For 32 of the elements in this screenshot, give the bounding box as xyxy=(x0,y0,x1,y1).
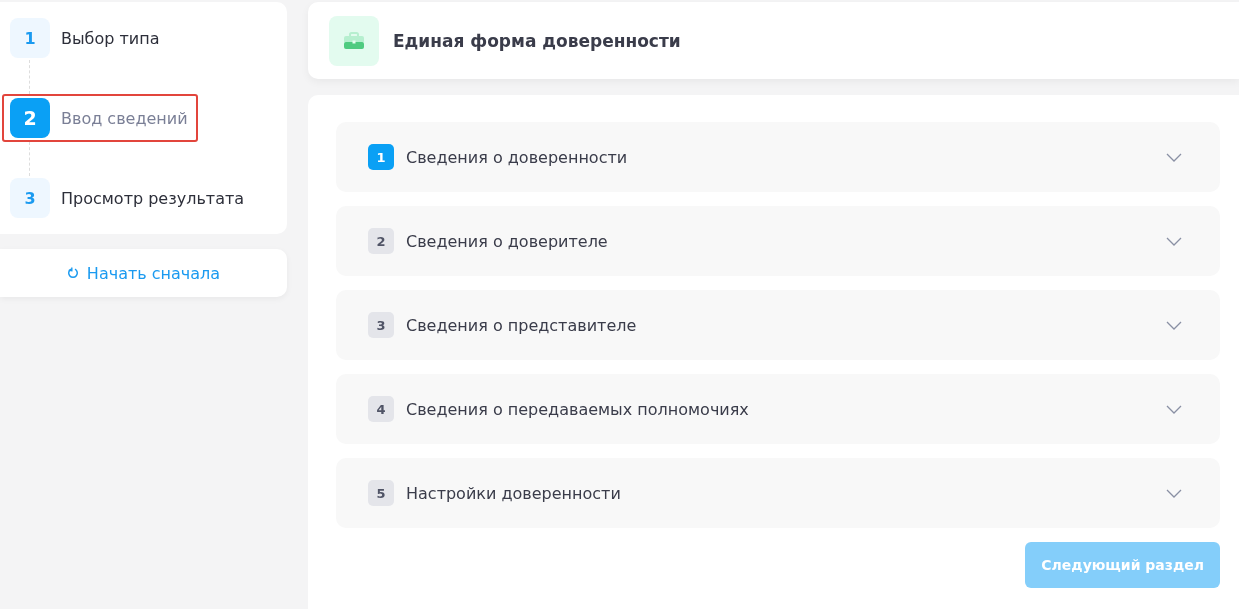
accordion-section[interactable]: 1 Сведения о доверенности xyxy=(336,122,1220,192)
accordion-section[interactable]: 3 Сведения о представителе xyxy=(336,290,1220,360)
accordion-section[interactable]: 5 Настройки доверенности xyxy=(336,458,1220,528)
step-number: 3 xyxy=(10,178,50,218)
section-title: Сведения о представителе xyxy=(406,315,638,335)
chevron-down-icon xyxy=(1166,404,1182,414)
accordion-section[interactable]: 2 Сведения о доверителе xyxy=(336,206,1220,276)
section-title: Сведения о доверителе xyxy=(406,231,609,251)
chevron-down-icon xyxy=(1166,320,1182,330)
form-title: Единая форма доверенности xyxy=(393,30,681,51)
briefcase-icon xyxy=(329,15,379,66)
section-number: 4 xyxy=(368,396,394,422)
section-title: Настройки доверенности xyxy=(406,483,622,503)
step-label: Просмотр результата xyxy=(61,188,245,208)
step-label: Выбор типа xyxy=(61,28,160,48)
chevron-down-icon xyxy=(1166,236,1182,246)
section-title: Сведения о доверенности xyxy=(406,147,629,167)
section-title: Сведения о передаваемых полномочиях xyxy=(406,399,750,419)
section-number: 5 xyxy=(368,480,394,506)
refresh-icon xyxy=(66,267,79,279)
step-number: 2 xyxy=(10,98,50,138)
step-item[interactable]: 3 Просмотр результата xyxy=(2,176,255,220)
chevron-down-icon xyxy=(1166,152,1182,162)
step-item[interactable]: 1 Выбор типа xyxy=(2,16,170,60)
step-number: 1 xyxy=(10,18,50,58)
step-label: Ввод сведений xyxy=(61,108,188,128)
step-item[interactable]: 2 Ввод сведений xyxy=(2,94,198,142)
section-number: 2 xyxy=(368,228,394,254)
chevron-down-icon xyxy=(1166,488,1182,498)
accordion-section[interactable]: 4 Сведения о передаваемых полномочиях xyxy=(336,374,1220,444)
section-number: 1 xyxy=(368,144,394,170)
section-number: 3 xyxy=(368,312,394,338)
